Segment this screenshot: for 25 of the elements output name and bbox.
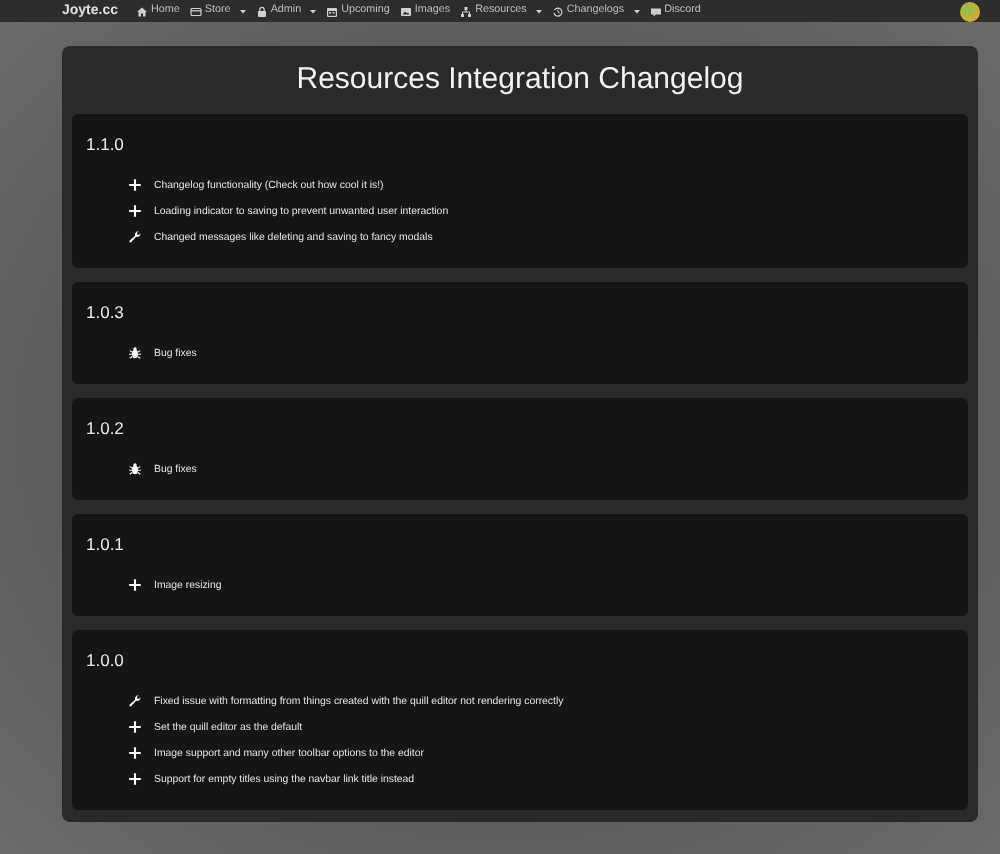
version-heading: 1.0.3 [86, 300, 124, 326]
plus-icon [128, 178, 142, 192]
avatar[interactable] [960, 2, 980, 22]
home-icon [136, 5, 149, 17]
wrench-icon [128, 230, 142, 244]
version-heading: 1.0.0 [86, 648, 124, 674]
bug-icon [128, 462, 142, 476]
sitemap-icon [460, 5, 473, 17]
version-heading: 1.1.0 [86, 132, 124, 158]
plus-icon [128, 746, 142, 760]
plus-icon [128, 772, 142, 786]
bug-icon [128, 346, 142, 360]
calendar-icon [326, 5, 339, 17]
plus-icon [128, 204, 142, 218]
image-icon [399, 5, 412, 17]
wrench-icon [128, 694, 142, 708]
version-heading: 1.0.1 [86, 532, 124, 558]
plus-icon [128, 578, 142, 592]
clock-icon [551, 5, 564, 17]
chat-icon [649, 5, 662, 17]
card-icon [189, 5, 202, 17]
plus-icon [128, 720, 142, 734]
version-heading: 1.0.2 [86, 416, 124, 442]
lock-icon [255, 5, 268, 17]
page-title: Resources Integration Changelog [294, 60, 746, 100]
